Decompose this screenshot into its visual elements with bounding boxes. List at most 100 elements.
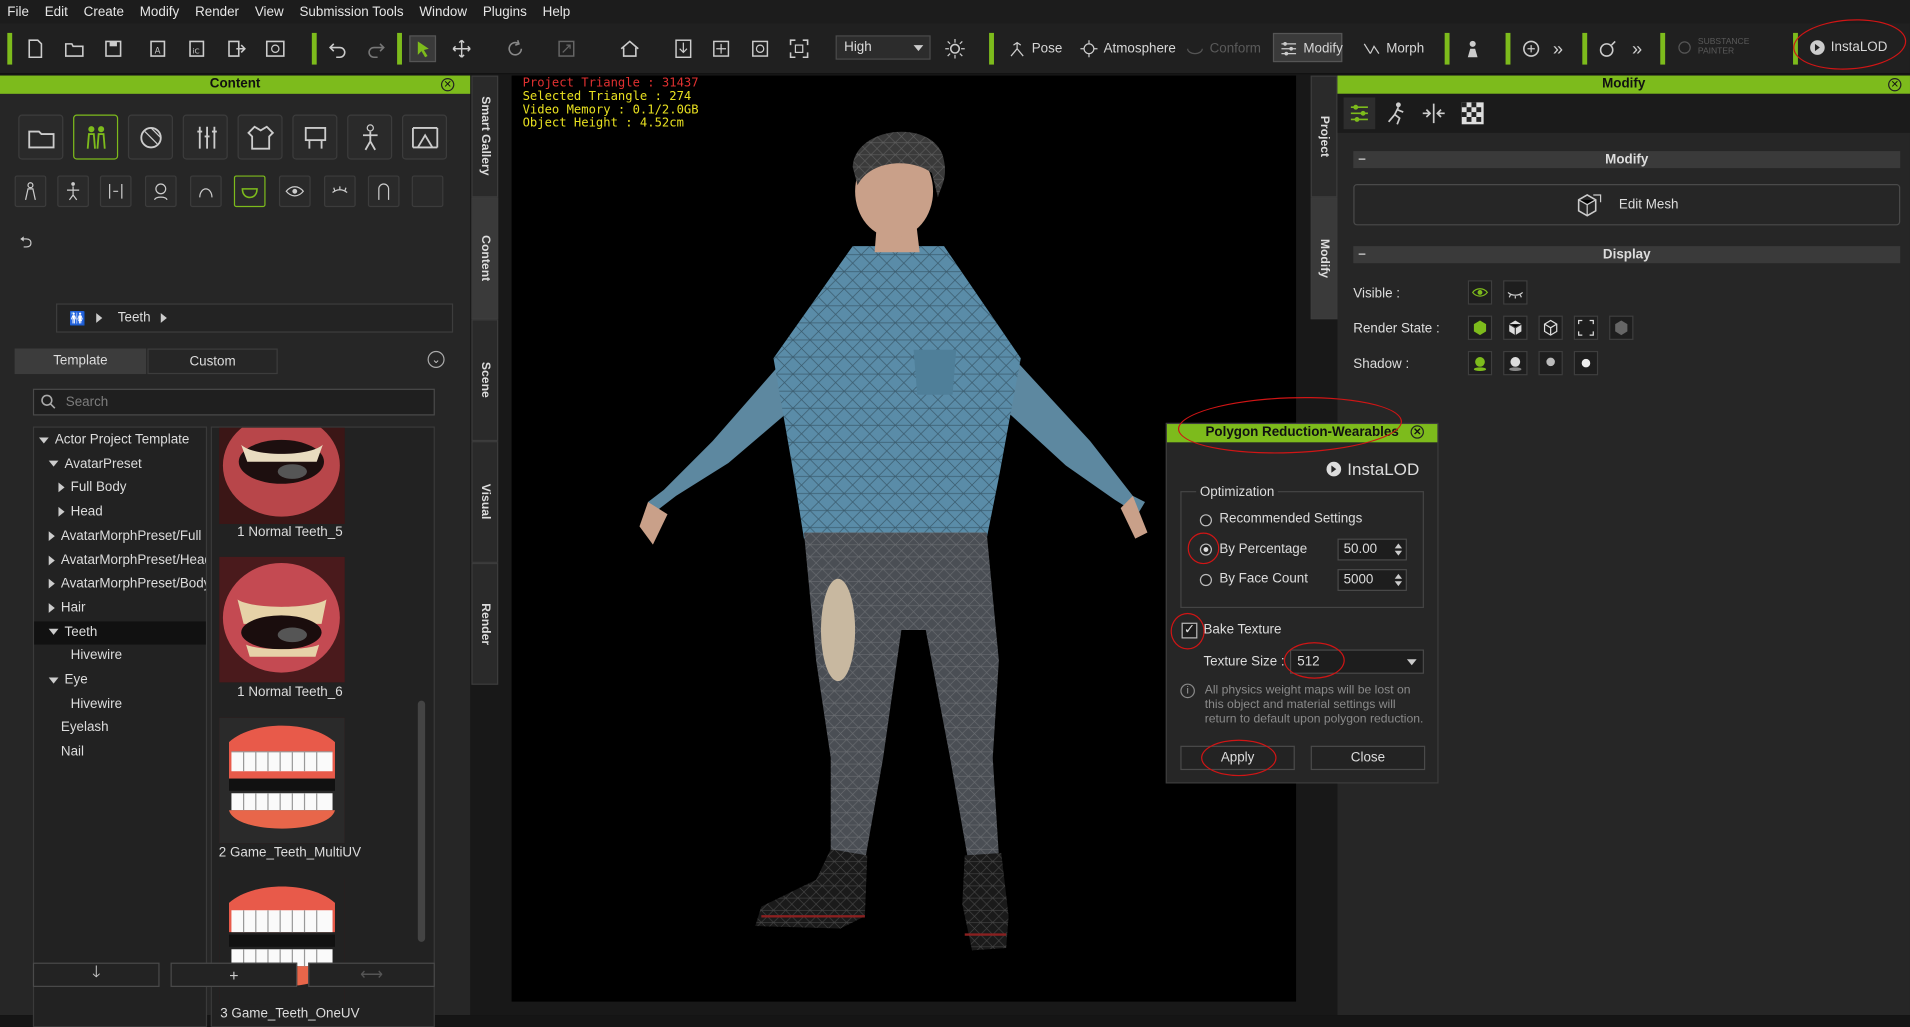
nail-sub-icon[interactable] <box>367 175 400 208</box>
empty-sub-slot[interactable] <box>411 175 444 208</box>
toolbar-grip[interactable] <box>397 32 402 65</box>
tree-item[interactable]: Nail <box>34 741 206 764</box>
home-camera-icon[interactable] <box>616 35 643 62</box>
menu-render[interactable]: Render <box>188 4 248 19</box>
tree-item[interactable]: AvatarMorphPreset/Head <box>34 549 206 572</box>
import-icon[interactable] <box>223 35 250 62</box>
lighting-sun-icon[interactable] <box>942 35 969 62</box>
select-arrow-icon[interactable] <box>409 35 437 63</box>
toolbar-grip[interactable] <box>1505 32 1511 65</box>
add-button[interactable]: + <box>170 962 298 987</box>
export-icon[interactable]: A <box>145 35 172 62</box>
side-tab-modify[interactable]: Modify <box>1310 197 1338 320</box>
toolbar-grip[interactable] <box>1582 32 1588 65</box>
expand-right-icon[interactable] <box>58 483 65 493</box>
expand-down-icon[interactable] <box>38 436 49 444</box>
pose-button[interactable]: Pose <box>1007 39 1062 58</box>
tree-item[interactable]: AvatarPreset <box>34 453 206 476</box>
expand-down-icon[interactable] <box>48 676 59 684</box>
move-icon[interactable] <box>448 35 475 62</box>
recommended-radio[interactable] <box>1199 514 1213 527</box>
expand-right-icon[interactable] <box>48 531 55 541</box>
tab-custom[interactable]: Custom <box>147 348 278 375</box>
prop-category-icon[interactable] <box>292 114 338 160</box>
shadow-cast-receive-icon[interactable] <box>1467 350 1493 376</box>
render-smooth-icon[interactable] <box>1503 315 1528 340</box>
menu-view[interactable]: View <box>248 4 293 19</box>
apply-to-button[interactable]: ⟷ <box>308 962 435 987</box>
eyelash-sub-icon[interactable] <box>324 175 356 208</box>
toolbar-grip[interactable] <box>989 32 994 65</box>
quality-select[interactable]: High <box>835 35 931 60</box>
expand-right-icon[interactable] <box>48 603 55 613</box>
close-icon[interactable]: ✕ <box>440 77 455 92</box>
tree-item[interactable]: Hivewire <box>34 645 206 668</box>
tab-template[interactable]: Template <box>14 348 147 375</box>
texture-checker-tab-icon[interactable] <box>1461 101 1485 129</box>
by-face-count-radio[interactable] <box>1199 573 1213 587</box>
morph-button[interactable]: Morph <box>1362 39 1424 58</box>
tree-item[interactable]: Full Body <box>34 477 206 500</box>
menu-edit[interactable]: Edit <box>37 4 76 19</box>
chevron-down-icon[interactable]: ⌄ <box>427 350 445 368</box>
align-icon[interactable] <box>708 35 735 62</box>
menu-help[interactable]: Help <box>535 4 578 19</box>
plugin-tool-icon[interactable] <box>1594 35 1621 62</box>
side-tab-smart-gallery[interactable]: Smart Gallery <box>471 75 499 198</box>
toolbar-grip[interactable] <box>1660 32 1666 65</box>
drop-to-floor-icon[interactable] <box>670 35 697 62</box>
toolbar-grip[interactable] <box>7 32 13 65</box>
skeleton-sub-icon[interactable] <box>57 175 89 208</box>
expand-right-icon[interactable] <box>48 555 55 565</box>
render-bounds-icon[interactable] <box>1573 315 1599 340</box>
cloth-category-icon[interactable] <box>237 114 283 160</box>
expand-down-icon[interactable] <box>48 460 59 468</box>
toolbar-grip[interactable] <box>1444 32 1450 65</box>
motion-tab-icon[interactable] <box>1384 101 1408 129</box>
edit-mesh-button[interactable]: Edit Mesh <box>1353 183 1901 226</box>
face-count-stepper[interactable]: 5000 <box>1337 569 1407 591</box>
more-chevron-icon[interactable]: » <box>1545 35 1572 62</box>
tree-item[interactable]: Eyelash <box>34 717 206 740</box>
side-tab-project[interactable]: Project <box>1310 75 1338 198</box>
scene-tool-icon[interactable] <box>1518 35 1545 62</box>
shadow-none-icon[interactable] <box>1573 350 1599 376</box>
side-tab-content[interactable]: Content <box>471 197 499 320</box>
tree-item[interactable]: Teeth <box>34 620 206 645</box>
redo-icon[interactable] <box>363 35 390 62</box>
download-button[interactable]: 🡓 <box>32 962 160 987</box>
export-ic-icon[interactable]: iC <box>184 35 211 62</box>
thumbnail-game-teeth-multiuv[interactable] <box>219 717 345 844</box>
shadow-receive-icon[interactable] <box>1538 350 1563 376</box>
search-input[interactable]: Search <box>32 388 435 416</box>
render-wireframe-icon[interactable] <box>1538 315 1563 340</box>
toolbar-grip[interactable] <box>311 32 317 65</box>
shadow-cast-icon[interactable] <box>1503 350 1528 376</box>
menu-modify[interactable]: Modify <box>132 4 187 19</box>
morph-sub-icon[interactable] <box>99 175 132 208</box>
stage-category-icon[interactable] <box>401 114 448 160</box>
actor-category-icon[interactable] <box>73 114 119 160</box>
expand-right-icon[interactable] <box>48 579 55 589</box>
display-section-header[interactable]: − Display <box>1353 246 1901 264</box>
atmosphere-button[interactable]: Atmosphere <box>1079 39 1176 58</box>
close-button[interactable]: Close <box>1310 745 1426 771</box>
close-icon[interactable]: ✕ <box>1410 425 1424 439</box>
motion-category-icon[interactable] <box>347 114 393 160</box>
snap-icon[interactable] <box>747 35 774 62</box>
side-tab-scene[interactable]: Scene <box>471 319 499 442</box>
hidden-eye-icon[interactable] <box>1503 280 1528 305</box>
breadcrumb-teeth[interactable]: Teeth <box>118 311 151 326</box>
render-solid-icon[interactable] <box>1467 315 1493 340</box>
visible-eye-icon[interactable] <box>1467 280 1493 305</box>
render-preview-icon[interactable] <box>262 35 289 62</box>
eye-sub-icon[interactable] <box>278 175 311 208</box>
hair-sub-icon[interactable] <box>190 175 222 208</box>
modify-button[interactable]: Modify <box>1279 39 1343 58</box>
render-xray-icon[interactable] <box>1609 315 1634 340</box>
sliders-tab-icon[interactable] <box>1343 97 1376 130</box>
tree-item[interactable]: Head <box>34 501 206 524</box>
open-folder-icon[interactable] <box>61 35 88 62</box>
save-icon[interactable] <box>100 35 127 62</box>
conform-button[interactable]: Conform <box>1185 39 1261 58</box>
